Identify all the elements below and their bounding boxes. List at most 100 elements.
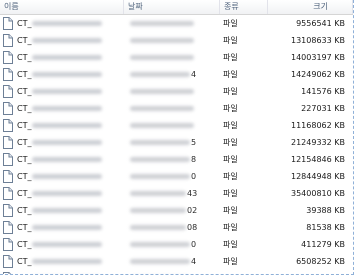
file-icon — [3, 255, 13, 268]
file-icon — [3, 51, 13, 64]
redacted-file-name — [32, 21, 103, 26]
redacted-date — [130, 208, 186, 213]
file-type-cell: 파일 — [223, 223, 238, 232]
file-size-cell: 141576 KB — [301, 87, 345, 96]
redacted-date — [130, 55, 194, 60]
file-name-prefix: CT_ — [17, 87, 32, 96]
file-date-cell — [124, 89, 220, 94]
file-icon — [3, 238, 13, 251]
file-row[interactable]: CT_ 8 파일 12154846 KB — [0, 151, 353, 168]
file-name-cell: CT_ — [0, 153, 124, 166]
file-name-cell: CT_ — [0, 119, 124, 132]
file-name-cell: CT_ — [0, 17, 124, 30]
redacted-file-name — [32, 140, 103, 145]
file-row[interactable]: CT_ 02 파일 39388 KB — [0, 202, 353, 219]
redacted-file-name — [32, 123, 103, 128]
file-icon — [3, 68, 13, 81]
file-name-prefix: CT_ — [17, 172, 32, 181]
file-date-cell — [124, 38, 220, 43]
file-icon — [3, 153, 13, 166]
file-size-cell: 11168062 KB — [291, 121, 345, 130]
file-icon — [3, 187, 13, 200]
file-size-cell: 411279 KB — [301, 240, 345, 249]
file-name-prefix: CT_ — [17, 257, 32, 266]
file-date-visible-part: 5 — [191, 138, 197, 147]
redacted-date — [130, 191, 186, 196]
column-header-date-label: 날짜 — [128, 2, 143, 11]
file-row[interactable]: CT_ 4 파일 6508252 KB — [0, 253, 353, 270]
file-name-prefix: CT_ — [17, 189, 32, 198]
redacted-date — [130, 106, 194, 111]
file-name-cell: CT_ — [0, 204, 124, 217]
redacted-file-name — [32, 38, 103, 43]
file-type-cell: 파일 — [223, 257, 238, 266]
redacted-file-name — [32, 225, 103, 230]
file-explorer-window: 이름 날짜 종류 크기 CT_ 파일 9556541 KB CT_ 파일 131… — [0, 0, 354, 275]
file-name-cell: CT_ — [0, 255, 124, 268]
file-row[interactable]: CT_ 파일 141576 KB — [0, 83, 353, 100]
file-name-cell: CT_ — [0, 187, 124, 200]
file-name-prefix: CT_ — [17, 155, 32, 164]
file-type-cell: 파일 — [223, 138, 238, 147]
file-type-cell: 파일 — [223, 36, 238, 45]
file-row[interactable]: CT_ 43 파일 35400810 KB — [0, 185, 353, 202]
file-name-prefix: CT_ — [17, 53, 32, 62]
file-type-cell: 파일 — [223, 53, 238, 62]
file-date-cell — [124, 55, 220, 60]
file-row[interactable]: CT_ 0 파일 411279 KB — [0, 236, 353, 253]
file-type-cell: 파일 — [223, 189, 238, 198]
file-name-cell: CT_ — [0, 34, 124, 47]
file-size-cell: 227031 KB — [301, 104, 345, 113]
column-header-date[interactable]: 날짜 — [124, 0, 220, 14]
redacted-file-name — [32, 157, 103, 162]
file-list: CT_ 파일 9556541 KB CT_ 파일 13108633 KB CT_… — [0, 15, 353, 274]
file-name-prefix: CT_ — [17, 19, 32, 28]
redacted-file-name — [32, 89, 103, 94]
file-date-cell: 08 — [124, 223, 220, 232]
file-size-cell: 14003197 KB — [291, 53, 345, 62]
file-type-cell: 파일 — [223, 121, 238, 130]
file-date-cell — [124, 106, 220, 111]
redacted-file-name — [32, 55, 103, 60]
column-header-type[interactable]: 종류 — [220, 0, 268, 14]
redacted-file-name — [32, 242, 103, 247]
file-icon — [3, 170, 13, 183]
file-row[interactable]: CT_ 4 파일 14249062 KB — [0, 66, 353, 83]
file-type-cell: 파일 — [223, 240, 238, 249]
file-date-cell — [124, 123, 220, 128]
file-name-cell: CT_ — [0, 238, 124, 251]
redacted-date — [130, 174, 190, 179]
column-header-size[interactable]: 크기 — [268, 0, 353, 14]
file-row[interactable]: CT_ 파일 227031 KB — [0, 100, 353, 117]
file-name-cell: CT_ — [0, 221, 124, 234]
file-date-cell: 0 — [124, 240, 220, 249]
file-row[interactable]: CT_ 4 파일 2732559 KB — [0, 270, 353, 274]
redacted-date — [130, 89, 194, 94]
file-name-prefix: CT_ — [17, 121, 32, 130]
file-row[interactable]: CT_ 08 파일 81538 KB — [0, 219, 353, 236]
file-size-cell: 12154846 KB — [291, 155, 345, 164]
file-name-prefix: CT_ — [17, 70, 32, 79]
file-size-cell: 81538 KB — [306, 223, 345, 232]
file-name-prefix: CT_ — [17, 104, 32, 113]
file-row[interactable]: CT_ 5 파일 21249332 KB — [0, 134, 353, 151]
redacted-date — [130, 157, 190, 162]
file-row[interactable]: CT_ 파일 13108633 KB — [0, 32, 353, 49]
file-row[interactable]: CT_ 0 파일 12844948 KB — [0, 168, 353, 185]
file-date-cell: 02 — [124, 206, 220, 215]
file-date-visible-part: 4 — [191, 70, 197, 79]
file-row[interactable]: CT_ 파일 9556541 KB — [0, 15, 353, 32]
file-date-cell: 0 — [124, 172, 220, 181]
file-size-cell: 39388 KB — [306, 206, 345, 215]
column-header-name[interactable]: 이름 — [0, 0, 124, 14]
redacted-date — [130, 38, 194, 43]
file-row[interactable]: CT_ 파일 14003197 KB — [0, 49, 353, 66]
file-size-cell: 12844948 KB — [291, 172, 345, 181]
file-name-prefix: CT_ — [17, 206, 32, 215]
file-icon — [3, 85, 13, 98]
file-row[interactable]: CT_ 파일 11168062 KB — [0, 117, 353, 134]
file-icon — [3, 119, 13, 132]
column-header-type-label: 종류 — [224, 2, 239, 11]
file-type-cell: 파일 — [223, 19, 238, 28]
file-date-cell: 4 — [124, 257, 220, 266]
